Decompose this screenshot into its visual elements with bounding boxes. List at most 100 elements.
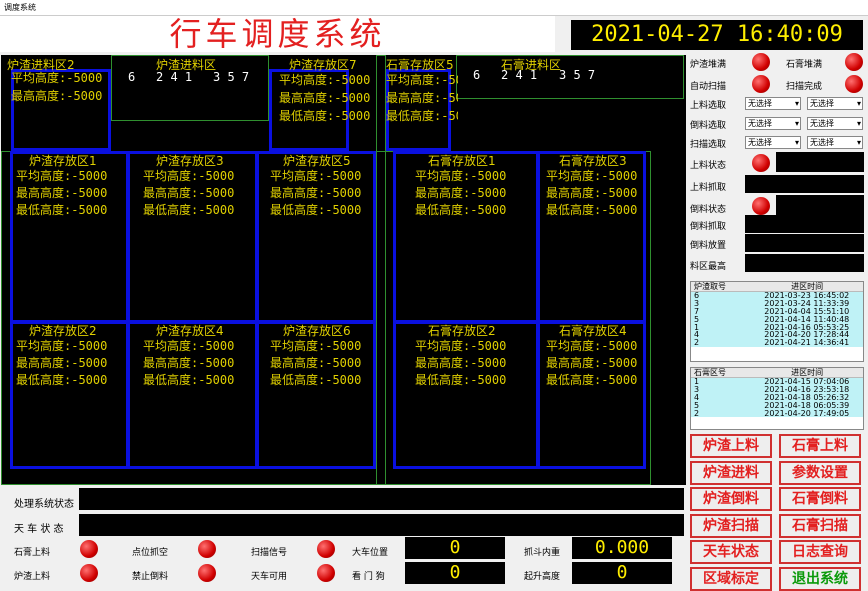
lz-intake-button[interactable]: 炉渣进料 [690, 460, 772, 485]
table-cell: 6 [694, 291, 700, 300]
lz-dump-button[interactable]: 炉渣倒料 [690, 487, 772, 511]
feed-select-2[interactable]: 无选择 [807, 97, 863, 110]
dump-grab-label: 倒料抓取 [690, 222, 727, 232]
zone-stat: 最低高度:-5000 [270, 373, 362, 387]
dump-state-indicator [752, 197, 770, 215]
zone-max-display [745, 254, 864, 272]
param-settings-button[interactable]: 参数设置 [779, 460, 861, 485]
table-cell: 4 [694, 392, 700, 402]
point-grab-label: 点位抓空 [132, 548, 169, 558]
zone-stat: 最高高度:-5000 [546, 356, 638, 370]
zone-stat: 平均高度:-50 [386, 73, 458, 87]
zone-stat: 最高高度:-5000 [11, 89, 103, 103]
auto-scan-indicator [752, 75, 770, 93]
feed-state-label: 上料状态 [690, 161, 727, 171]
zone-stat: 最低高度:-5000 [546, 373, 638, 387]
sg-full-indicator [845, 53, 863, 71]
zone-stat: 最低高度:-5000 [16, 203, 108, 217]
zone-stat: 最高高度:-5000 [415, 356, 507, 370]
zone-calibrate-button[interactable]: 区域标定 [690, 566, 772, 591]
grid-line [376, 55, 386, 485]
crane-state-label: 天 车 状 态 [14, 524, 64, 535]
window-title: 调度系统 [0, 0, 868, 16]
lz-zone-table[interactable]: 炉渣取号 进区时间 6 2021-03-23 16:45:02 3 2021-03-24 … [690, 281, 864, 362]
dump-select-1[interactable]: 无选择 [745, 117, 801, 130]
lift-height-label: 起升高度 [524, 572, 561, 582]
scan-select-label: 扫描选取 [690, 140, 727, 150]
zone-name: 炉渣存放区5 [283, 154, 351, 168]
exit-system-button[interactable]: 退出系统 [779, 566, 861, 591]
lz-full-indicator [752, 53, 770, 71]
scan-done-label: 扫描完成 [786, 82, 823, 92]
table-cell: 2 [694, 338, 700, 348]
process-state-display [79, 488, 684, 510]
point-grab-indicator [198, 540, 216, 558]
zone-stat: 最高高度:-5000 [415, 186, 507, 200]
sg-zone-table[interactable]: 石膏区号 进区时间 1 2021-04-15 07:04:06 3 2021-04-16 … [690, 367, 864, 430]
slot-label: 3 5 7 [213, 70, 250, 84]
crane-state-button[interactable]: 天车状态 [690, 540, 772, 564]
column-header: 进区时间 [791, 368, 824, 377]
zone-stat: 最高高度:-5000 [143, 186, 235, 200]
zone-stat: 最低高度:-5000 [270, 203, 362, 217]
sg-dump-button[interactable]: 石膏倒料 [779, 487, 861, 511]
zone-stat: 平均高度:-5000 [270, 339, 362, 353]
zone-name: 石膏存放区3 [559, 154, 627, 168]
lz-feed-button[interactable]: 炉渣上料 [690, 434, 772, 458]
slot-label: 2 4 1 [156, 70, 193, 84]
sg-feed-button[interactable]: 石膏上料 [779, 434, 861, 458]
sg-full-label: 石膏堆满 [786, 60, 823, 70]
table-row[interactable]: 2 2021-04-20 17:49:05 [691, 409, 863, 418]
zone-name: 石膏存放区1 [428, 154, 496, 168]
table-row[interactable]: 2 2021-04-21 14:36:41 [691, 338, 863, 348]
zone-name: 炉渣存放区6 [283, 324, 351, 338]
sg-scan-button[interactable]: 石膏扫描 [779, 513, 861, 538]
zone-stat: 最高高度:-50 [386, 91, 458, 105]
zone-stat: 平均高度:-5000 [143, 169, 235, 183]
no-dump-indicator [198, 564, 216, 582]
watchdog-label: 看 门 狗 [352, 572, 385, 582]
table-cell: 3 [694, 298, 700, 308]
table-cell: 1 [694, 377, 700, 386]
zone-name: 石膏存放区5 [386, 58, 454, 72]
lift-height-value: 0 [572, 562, 672, 584]
zone-stat: 平均高度:-5000 [546, 169, 638, 183]
zone-stat: 平均高度:-5000 [279, 73, 371, 87]
zone-stat: 最低高度:-5000 [415, 373, 507, 387]
zone-stat: 最低高度:-5000 [143, 373, 235, 387]
log-query-button[interactable]: 日志查询 [779, 540, 861, 564]
column-header: 进区时间 [791, 282, 824, 291]
feed-select-1[interactable]: 无选择 [745, 97, 801, 110]
zone-stat: 最低高度:-5000 [546, 203, 638, 217]
zone-name: 炉渣存放区4 [156, 324, 224, 338]
page-title: 行车调度系统 [169, 15, 386, 53]
header-banner: 行车调度系统 [0, 16, 555, 52]
table-cell: 4 [694, 330, 700, 340]
scan-select-1[interactable]: 无选择 [745, 136, 801, 149]
zone-stat: 最高高度:-5000 [546, 186, 638, 200]
zone-max-label: 料区最高 [690, 262, 727, 272]
slot-label: 6 [473, 68, 481, 82]
zone-name: 炉渣存放区2 [29, 324, 97, 338]
slot-label: 2 4 1 [501, 68, 538, 82]
clock-display: 2021-04-27 16:40:09 [571, 20, 863, 50]
cart-pos-label: 大车位置 [352, 548, 389, 558]
zone-stat: 最低高度:-5000 [16, 373, 108, 387]
lz-scan-button[interactable]: 炉渣扫描 [690, 513, 772, 538]
zone-name: 炉渣存放区1 [29, 154, 97, 168]
lz-feed-indicator [80, 564, 98, 582]
zone-stat: 平均高度:-5000 [415, 169, 507, 183]
slot-label: 6 [128, 70, 136, 84]
dump-put-display [745, 234, 864, 252]
table-cell: 1 [694, 322, 700, 332]
dump-select-2[interactable]: 无选择 [807, 117, 863, 130]
zone-name: 炉渣存放区7 [289, 58, 357, 72]
scan-signal-label: 扫描信号 [251, 548, 288, 558]
scan-select-2[interactable]: 无选择 [807, 136, 863, 149]
slot-label: 3 5 7 [559, 68, 596, 82]
dump-put-label: 倒料放置 [690, 241, 727, 251]
scan-done-indicator [845, 75, 863, 93]
feed-grab-label: 上料抓取 [690, 183, 727, 193]
watchdog-value: 0 [405, 562, 505, 584]
lz-full-label: 炉渣堆满 [690, 60, 727, 70]
